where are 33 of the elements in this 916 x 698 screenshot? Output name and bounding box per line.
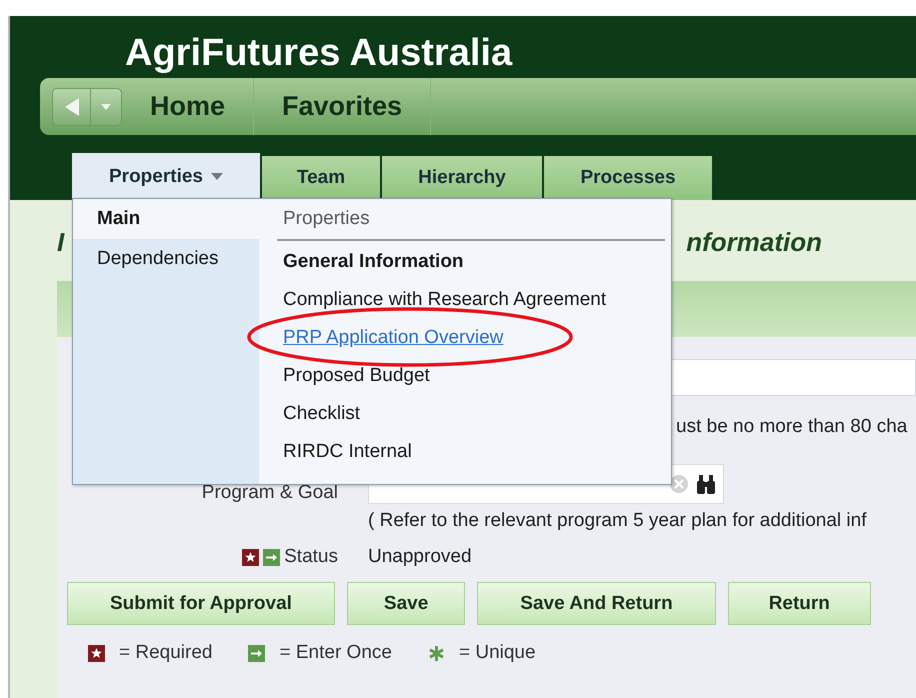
menu-item[interactable]: General Information <box>283 251 464 273</box>
legend-label: = Unique <box>458 642 536 664</box>
action-button[interactable]: Submit for Approval <box>67 582 335 625</box>
app-title: AgriFutures Australia <box>124 31 514 76</box>
menu-item[interactable]: Proposed Budget <box>283 365 430 387</box>
action-button[interactable]: Return <box>728 582 871 625</box>
menu-section[interactable]: Dependencies <box>73 239 259 279</box>
menu-item[interactable]: Checklist <box>283 403 360 425</box>
field-hint: ust be no more than 80 cha <box>676 416 908 438</box>
legend-label: = Enter Once <box>279 642 392 664</box>
field-label: Status <box>284 546 338 568</box>
menu-header: Properties <box>277 199 665 241</box>
action-button[interactable]: Save <box>346 582 466 625</box>
caret-icon <box>101 104 111 110</box>
tab[interactable]: Properties <box>72 153 260 200</box>
menu-item[interactable]: RIRDC Internal <box>283 441 412 463</box>
legend-label: = Required <box>119 642 212 664</box>
unique-asterisk-icon <box>428 644 445 662</box>
tab[interactable]: Processes <box>544 156 712 200</box>
menu-item[interactable]: Compliance with Research Agreement <box>283 289 606 311</box>
nav-link[interactable]: Favorites <box>254 78 432 135</box>
page-heading: nformation <box>686 227 822 255</box>
page-heading: I <box>57 227 64 255</box>
menu-section[interactable]: Main <box>73 199 259 239</box>
nav-link[interactable]: Home <box>122 78 254 135</box>
status-value: Unapproved <box>368 546 472 568</box>
tab[interactable]: Team <box>262 156 380 200</box>
field-label: Program & Goal <box>200 482 338 504</box>
action-button[interactable]: Save And Return <box>477 582 716 625</box>
binoculars-icon[interactable] <box>695 473 717 495</box>
help-text: ( Refer to the relevant program 5 year plan for additional inf <box>368 510 868 532</box>
back-arrow-icon <box>64 96 80 116</box>
tab[interactable]: Hierarchy <box>382 156 542 200</box>
